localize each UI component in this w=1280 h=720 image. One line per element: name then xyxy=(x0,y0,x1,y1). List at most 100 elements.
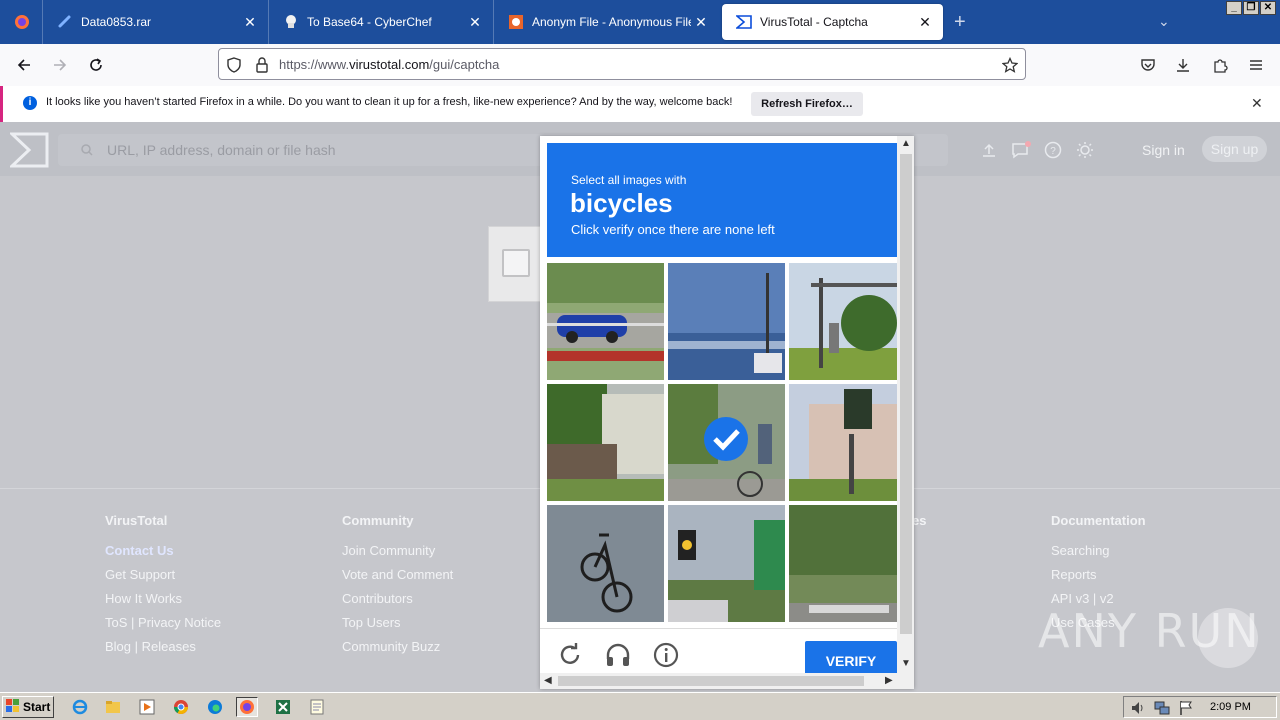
footer-link-vote-comment[interactable]: Vote and Comment xyxy=(342,567,453,591)
captcha-tile[interactable] xyxy=(668,505,785,622)
firefox-menu-tab[interactable] xyxy=(0,0,42,44)
reload-icon[interactable] xyxy=(84,53,108,77)
shield-icon[interactable] xyxy=(225,56,243,74)
virustotal-logo-icon[interactable] xyxy=(8,132,50,171)
search-placeholder: URL, IP address, domain or file hash xyxy=(107,142,336,158)
scroll-up-icon[interactable]: ▲ xyxy=(901,138,911,149)
file-explorer-icon[interactable] xyxy=(102,697,124,717)
sign-in-link[interactable]: Sign in xyxy=(1142,142,1185,158)
scrollbar-thumb[interactable] xyxy=(558,676,864,686)
minimize-icon[interactable]: _ xyxy=(1226,1,1242,15)
captcha-subinstruction: Click verify once there are none left xyxy=(571,222,775,237)
info-icon[interactable] xyxy=(652,641,680,669)
help-icon[interactable]: ? xyxy=(1043,140,1063,160)
network-icon[interactable] xyxy=(1154,700,1170,719)
chrome-icon[interactable] xyxy=(170,697,192,717)
notification-text: It looks like you haven’t started Firefo… xyxy=(46,96,733,108)
close-icon[interactable]: ✕ xyxy=(1251,95,1263,112)
horizontal-scrollbar[interactable]: ◀ ▶ xyxy=(540,673,914,689)
extensions-puzzle-icon[interactable] xyxy=(1208,53,1232,77)
firefox-icon xyxy=(14,14,30,30)
footer-link-get-support[interactable]: Get Support xyxy=(105,567,221,591)
close-icon[interactable]: ✕ xyxy=(465,14,485,31)
virustotal-icon xyxy=(736,14,752,30)
notifications-chat-icon[interactable] xyxy=(1011,140,1031,160)
refresh-firefox-button[interactable]: Refresh Firefox… xyxy=(751,92,863,116)
lock-icon[interactable] xyxy=(253,56,271,74)
close-icon[interactable]: ✕ xyxy=(691,14,711,31)
chevron-down-icon[interactable]: ⌄ xyxy=(1158,13,1170,30)
close-icon[interactable]: ✕ xyxy=(240,14,260,31)
scroll-down-icon[interactable]: ▼ xyxy=(901,658,911,669)
captcha-keyword: bicycles xyxy=(570,188,673,218)
scroll-right-icon[interactable]: ▶ xyxy=(885,675,893,686)
info-icon: i xyxy=(23,96,37,110)
notepad-icon[interactable] xyxy=(306,697,328,717)
pocket-icon[interactable] xyxy=(1136,53,1160,77)
captcha-tile[interactable] xyxy=(547,384,664,501)
firefox-taskbar-icon[interactable] xyxy=(236,697,258,717)
sign-up-button[interactable]: Sign up xyxy=(1202,136,1267,162)
windows-taskbar: Start 2:09 PM xyxy=(0,692,1280,720)
tab-anonym-file[interactable]: Anonym File - Anonymous File Uplo ✕ xyxy=(493,0,719,44)
navigation-toolbar: https://www.virustotal.com/gui/captcha xyxy=(0,44,1280,86)
captcha-prompt: Select all images with bicycles Click ve… xyxy=(547,143,897,257)
footer-link-tos-privacy[interactable]: ToS | Privacy Notice xyxy=(105,615,221,639)
captcha-instruction: Select all images with xyxy=(571,173,687,187)
volume-icon[interactable] xyxy=(1130,700,1146,719)
link-icon xyxy=(57,14,73,30)
footer-column-community: Community Join Community Vote and Commen… xyxy=(342,513,453,663)
start-button[interactable]: Start xyxy=(2,696,54,718)
captcha-tile[interactable] xyxy=(668,263,785,380)
close-icon[interactable]: ✕ xyxy=(915,14,935,31)
footer-link-community-buzz[interactable]: Community Buzz xyxy=(342,639,453,663)
captcha-tile-selected[interactable] xyxy=(668,384,785,501)
windows-logo-icon xyxy=(6,698,20,716)
footer-column-partial: es xyxy=(912,513,926,543)
captcha-tile[interactable] xyxy=(547,263,664,380)
footer-link-contact-us[interactable]: Contact Us xyxy=(105,543,221,567)
footer-link-top-users[interactable]: Top Users xyxy=(342,615,453,639)
captcha-tile[interactable] xyxy=(789,263,906,380)
anyrun-watermark: ANY RUN xyxy=(1038,604,1261,658)
captcha-checkbox[interactable] xyxy=(502,249,530,277)
tab-virustotal[interactable]: VirusTotal - Captcha ✕ xyxy=(722,4,943,40)
scroll-left-icon[interactable]: ◀ xyxy=(544,675,552,686)
captcha-tile[interactable] xyxy=(789,505,906,622)
edge-icon[interactable] xyxy=(204,697,226,717)
captcha-tile[interactable] xyxy=(547,505,664,622)
audio-challenge-headphones-icon[interactable] xyxy=(604,641,632,669)
captcha-dialog: Select all images with bicycles Click ve… xyxy=(540,136,914,689)
refresh-challenge-icon[interactable] xyxy=(556,641,584,669)
upload-icon[interactable] xyxy=(979,140,999,160)
notification-bar: i It looks like you haven’t started Fire… xyxy=(0,86,1280,122)
back-arrow-icon[interactable] xyxy=(12,53,36,77)
footer-link-blog-releases[interactable]: Blog | Releases xyxy=(105,639,221,663)
download-icon[interactable] xyxy=(1171,53,1195,77)
tab-data-rar[interactable]: Data0853.rar ✕ xyxy=(42,0,268,44)
excel-icon[interactable] xyxy=(272,697,294,717)
bookmark-star-icon[interactable] xyxy=(1001,56,1019,74)
clock: 2:09 PM xyxy=(1210,701,1251,713)
captcha-tile[interactable] xyxy=(789,384,906,501)
internet-explorer-icon[interactable] xyxy=(69,697,91,717)
vertical-scrollbar[interactable]: ▲ ▼ xyxy=(897,136,914,673)
forward-arrow-icon[interactable] xyxy=(48,53,72,77)
action-center-flag-icon[interactable] xyxy=(1178,700,1194,719)
window-close-icon[interactable]: ✕ xyxy=(1260,1,1276,15)
hamburger-menu-icon[interactable] xyxy=(1244,53,1268,77)
footer-link-contributors[interactable]: Contributors xyxy=(342,591,453,615)
new-tab-plus-icon[interactable]: + xyxy=(954,12,966,32)
theme-sun-icon[interactable] xyxy=(1075,140,1095,160)
restore-icon[interactable]: ❐ xyxy=(1243,1,1259,15)
media-player-icon[interactable] xyxy=(136,697,158,717)
svg-text:?: ? xyxy=(1050,146,1056,157)
tab-cyberchef[interactable]: To Base64 - CyberChef ✕ xyxy=(268,0,493,44)
footer-link-join-community[interactable]: Join Community xyxy=(342,543,453,567)
footer-link-how-it-works[interactable]: How It Works xyxy=(105,591,221,615)
footer-link-searching[interactable]: Searching xyxy=(1051,543,1146,567)
url-bar[interactable]: https://www.virustotal.com/gui/captcha xyxy=(218,48,1026,80)
footer-link-reports[interactable]: Reports xyxy=(1051,567,1146,591)
captcha-checkbox-card xyxy=(488,226,548,302)
scrollbar-thumb[interactable] xyxy=(900,154,912,634)
